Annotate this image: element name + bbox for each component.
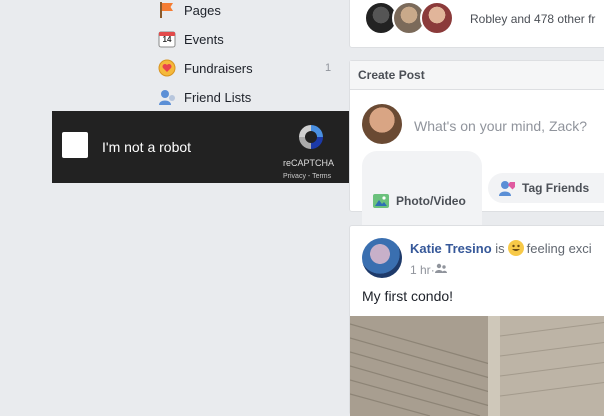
fundraisers-count: 1: [325, 62, 332, 74]
author-link[interactable]: Katie Tresino: [410, 241, 492, 256]
recaptcha-links: Privacy - Terms: [283, 173, 331, 180]
recaptcha-brand: reCAPTCHA: [283, 158, 335, 168]
sidebar-item-events[interactable]: 14 Events: [157, 27, 337, 51]
feed-post: Katie Tresino is feeling exci 1 hr · My f…: [349, 225, 604, 416]
calendar-day: 14: [162, 35, 172, 44]
sidebar-item-label: Fundraisers: [184, 60, 253, 76]
photo-video-label: Photo/Video: [396, 194, 466, 208]
recaptcha-widget: I'm not a robot reCAPTCHA Privacy - Term…: [52, 111, 349, 183]
avatar[interactable]: [420, 1, 454, 35]
create-post-title: Create Post: [350, 61, 604, 90]
heart-coin-icon: [157, 58, 177, 78]
sidebar-item-friend-lists[interactable]: Friend Lists: [157, 85, 337, 109]
post-is-text: is: [495, 241, 505, 256]
photo-icon: [372, 192, 390, 210]
tag-friends-icon: [498, 179, 516, 197]
sidebar-item-label: Friend Lists: [184, 89, 252, 105]
captcha-checkbox[interactable]: [62, 132, 88, 158]
privacy-link[interactable]: Privacy: [283, 173, 306, 180]
post-composer-input[interactable]: What's on your mind, Zack?: [414, 118, 587, 134]
tag-friends-label: Tag Friends: [522, 181, 590, 195]
post-meta: 1 hr ·: [410, 262, 447, 277]
post-time[interactable]: 1 hr: [410, 263, 431, 277]
terms-link[interactable]: Terms: [312, 173, 331, 180]
flag-icon: [157, 0, 177, 20]
avatar[interactable]: [362, 238, 402, 278]
post-text: My first condo!: [362, 288, 454, 304]
friends-icon: [157, 87, 177, 107]
post-header: Katie Tresino is feeling exci: [410, 240, 592, 256]
recaptcha-logo-icon: [295, 121, 327, 153]
likes-card: Robley and 478 other fr: [349, 0, 604, 48]
sidebar-item-fundraisers[interactable]: Fundraisers 1: [157, 56, 337, 80]
sidebar-item-pages[interactable]: Pages: [157, 0, 337, 22]
smile-emoji-icon: [507, 240, 524, 256]
friend-avatars: [364, 1, 454, 35]
create-post-card: Create Post What's on your mind, Zack? P…: [349, 60, 604, 251]
feeling-text: feeling exci: [526, 241, 592, 256]
post-photo[interactable]: [350, 316, 604, 416]
friends-audience-icon[interactable]: [434, 262, 447, 277]
sidebar-item-label: Pages: [184, 2, 221, 18]
likers-text[interactable]: Robley and 478 other fr: [470, 12, 595, 26]
sidebar-item-label: Events: [184, 31, 224, 47]
captcha-label: I'm not a robot: [102, 139, 192, 155]
tag-friends-button[interactable]: Tag Friends: [488, 173, 604, 203]
calendar-icon: 14: [157, 29, 177, 49]
avatar[interactable]: [362, 104, 402, 144]
